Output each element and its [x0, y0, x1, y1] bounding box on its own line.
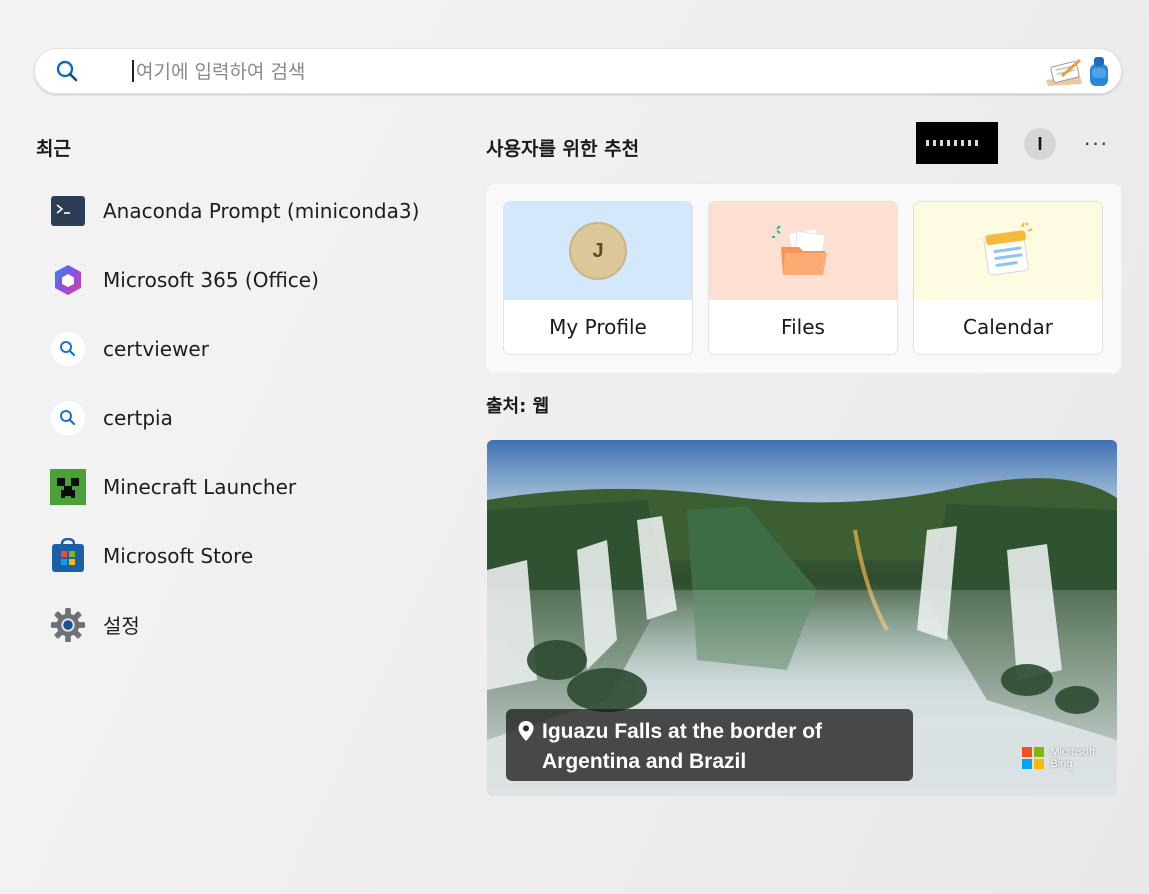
recent-item-label: 설정: [103, 614, 140, 638]
tile-label: Files: [709, 300, 897, 354]
recent-item-microsoft-365[interactable]: Microsoft 365 (Office): [50, 245, 430, 314]
minecraft-icon: [50, 468, 86, 505]
more-options-button[interactable]: ···: [1080, 130, 1112, 160]
recent-item-certviewer[interactable]: certviewer: [50, 314, 430, 383]
account-badge[interactable]: [916, 122, 998, 164]
recent-item-minecraft-launcher[interactable]: Minecraft Launcher: [50, 452, 430, 521]
avatar-letter: I: [1037, 133, 1043, 154]
microsoft-logo-icon: [1022, 747, 1045, 769]
recent-item-settings[interactable]: 설정: [50, 590, 430, 659]
microsoft-365-icon: [50, 262, 86, 298]
recent-item-label: Microsoft Store: [103, 543, 254, 568]
recent-list: Anaconda Prompt (miniconda3) Microsoft 3…: [50, 176, 430, 659]
recent-item-label: Anaconda Prompt (miniconda3): [103, 198, 420, 223]
profile-avatar: J: [569, 222, 627, 280]
more-icon: ···: [1083, 130, 1109, 155]
folder-icon: [772, 225, 827, 275]
search-bar[interactable]: [34, 48, 1122, 94]
store-icon: [50, 537, 86, 574]
recent-item-label: certpia: [103, 405, 173, 430]
recent-item-label: Minecraft Launcher: [103, 474, 297, 499]
bing-line-1: Microsoft: [1050, 746, 1095, 758]
calendar-icon: [983, 222, 1033, 276]
search-icon: [50, 331, 86, 367]
profile-avatar-letter: J: [592, 239, 604, 262]
bing-line-2: Bing: [1050, 758, 1073, 770]
redacted-text: [926, 140, 982, 146]
gear-icon: [50, 607, 86, 643]
search-icon: [50, 400, 86, 436]
tile-calendar[interactable]: Calendar: [914, 202, 1102, 354]
tile-label: Calendar: [914, 300, 1102, 354]
recent-item-anaconda-prompt[interactable]: Anaconda Prompt (miniconda3): [50, 176, 430, 245]
recent-item-microsoft-store[interactable]: Microsoft Store: [50, 521, 430, 590]
search-input[interactable]: [134, 56, 1038, 88]
caption-text: Iguazu Falls at the border of Argentina …: [542, 720, 823, 773]
recent-title: 최근: [36, 138, 71, 160]
tile-my-profile[interactable]: J My Profile: [504, 202, 692, 354]
recent-item-certpia[interactable]: certpia: [50, 383, 430, 452]
account-avatar[interactable]: I: [1024, 128, 1056, 160]
recent-item-label: Microsoft 365 (Office): [103, 267, 319, 292]
tile-files[interactable]: Files: [709, 202, 897, 354]
search-icon: [56, 60, 78, 82]
recent-item-label: certviewer: [103, 336, 209, 361]
featured-image-card[interactable]: Iguazu Falls at the border of Argentina …: [487, 440, 1117, 796]
tile-label: My Profile: [504, 300, 692, 354]
image-caption[interactable]: Iguazu Falls at the border of Argentina …: [506, 709, 913, 781]
recommended-panel: J My Profile Files Calendar: [486, 184, 1121, 373]
recommended-title: 사용자를 위한 추천: [486, 138, 640, 160]
source-label: 출처: 웹: [486, 396, 550, 417]
search-highlight-icon[interactable]: [1040, 54, 1112, 88]
terminal-icon: [50, 193, 86, 229]
location-pin-icon: [518, 721, 534, 741]
microsoft-bing-logo: Microsoft Bing: [1022, 746, 1095, 770]
